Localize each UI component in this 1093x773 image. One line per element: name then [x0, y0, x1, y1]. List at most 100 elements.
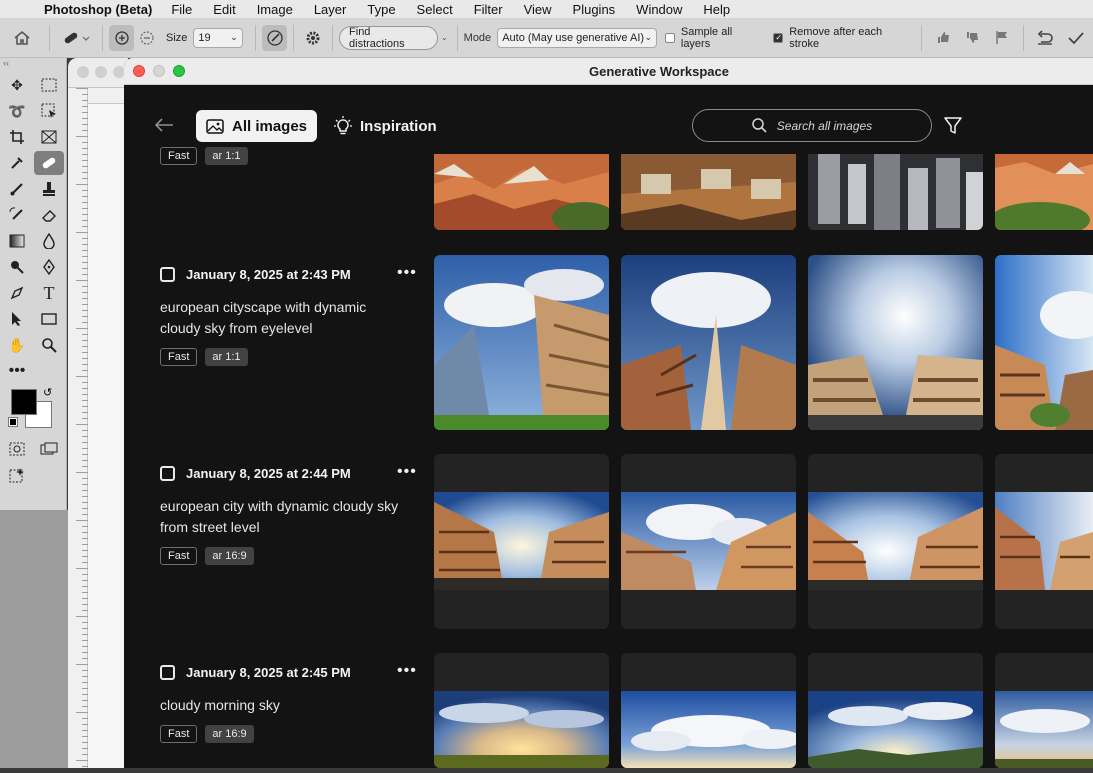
menu-window[interactable]: Window [636, 2, 682, 17]
image-tile[interactable] [621, 154, 796, 230]
image-tile[interactable] [995, 255, 1093, 430]
filter-icon[interactable] [944, 117, 962, 140]
gradient-tool-icon[interactable] [2, 229, 32, 253]
default-colors-icon[interactable] [8, 417, 18, 427]
thumbnail [434, 492, 609, 590]
undo-icon[interactable] [1030, 25, 1060, 51]
chevron-down-icon[interactable]: ⌄ [441, 33, 448, 42]
image-tile[interactable] [434, 154, 609, 230]
thumbs-down-icon[interactable] [958, 25, 988, 51]
commit-check-icon[interactable] [1059, 25, 1093, 51]
pen-tool-2-icon[interactable] [2, 281, 32, 305]
menu-filter[interactable]: Filter [474, 2, 503, 17]
image-tile[interactable] [621, 653, 796, 768]
sample-all-layers-checkbox[interactable]: Sample all layers [665, 26, 763, 50]
select-checkbox[interactable] [160, 465, 175, 481]
object-select-tool-icon[interactable] [34, 99, 64, 123]
type-tool-icon[interactable]: T [34, 281, 64, 305]
swap-colors-icon[interactable]: ↺ [43, 386, 52, 399]
menu-view[interactable]: View [524, 2, 552, 17]
move-tool-icon[interactable]: ✥ [2, 73, 32, 97]
more-options-icon[interactable]: ••• [397, 264, 417, 282]
remove-after-stroke-label: Remove after each stroke [789, 25, 883, 50]
image-tile[interactable] [621, 454, 796, 629]
size-select[interactable]: 19 ⌄ [193, 27, 243, 48]
image-tile[interactable] [621, 255, 796, 430]
close-icon[interactable] [133, 65, 145, 77]
lasso-tool-icon[interactable]: ➰ [2, 99, 32, 123]
menu-select[interactable]: Select [417, 2, 453, 17]
menu-type[interactable]: Type [367, 2, 395, 17]
tag-aspect: ar 16:9 [205, 725, 254, 743]
menu-help[interactable]: Help [703, 2, 730, 17]
zoom-tool-icon[interactable] [34, 333, 64, 357]
menu-layer[interactable]: Layer [314, 2, 347, 17]
rectangle-tool-icon[interactable] [34, 307, 64, 331]
color-swatches[interactable]: ↺ [0, 384, 66, 436]
quick-mask-icon[interactable] [2, 437, 32, 461]
stamp-tool-icon[interactable] [34, 177, 64, 201]
document-window-titlebar [68, 58, 128, 88]
eyedropper-tool-icon[interactable] [2, 151, 32, 175]
flag-icon[interactable] [987, 25, 1017, 51]
image-tile[interactable] [808, 154, 983, 230]
hand-tool-icon[interactable]: ✋ [2, 333, 32, 357]
search-icon [752, 118, 767, 133]
minimize-icon[interactable] [95, 66, 107, 78]
pen-tool-icon[interactable] [34, 255, 64, 279]
image-tile[interactable] [808, 653, 983, 768]
window-titlebar: Generative Workspace [124, 58, 1093, 85]
menu-image[interactable]: Image [257, 2, 293, 17]
more-options-icon[interactable]: ••• [397, 463, 417, 481]
menu-plugins[interactable]: Plugins [573, 2, 616, 17]
find-distractions-button[interactable]: Find distractions [339, 25, 438, 50]
menu-edit[interactable]: Edit [213, 2, 235, 17]
remove-after-stroke-checkbox[interactable]: Remove after each stroke [773, 26, 913, 50]
size-label: Size [166, 31, 188, 44]
dodge-tool-icon[interactable] [2, 255, 32, 279]
marquee-tool-icon[interactable] [34, 73, 64, 97]
search-input[interactable]: Search all images [692, 109, 932, 142]
tab-inspiration[interactable]: Inspiration [324, 110, 447, 142]
back-arrow-icon[interactable] [154, 115, 174, 138]
brush-tool-icon[interactable] [2, 177, 32, 201]
foreground-color-swatch[interactable] [11, 389, 37, 415]
image-tile[interactable] [995, 154, 1093, 230]
generative-fill-icon[interactable] [2, 463, 32, 487]
remove-tool-preset-icon[interactable] [56, 25, 95, 51]
image-tile[interactable] [995, 454, 1093, 629]
menu-app-name[interactable]: Photoshop (Beta) [44, 2, 152, 17]
history-brush-tool-icon[interactable] [2, 203, 32, 227]
remove-tool-icon[interactable] [34, 151, 64, 175]
add-mode-icon[interactable] [108, 24, 135, 51]
zoom-icon[interactable] [173, 65, 185, 77]
home-icon[interactable] [0, 25, 43, 51]
close-icon[interactable] [77, 66, 89, 78]
image-tile[interactable] [434, 454, 609, 629]
mode-select[interactable]: Auto (May use generative AI) ⌄ [497, 27, 657, 48]
panel-grip-icon[interactable]: ‹‹ [0, 58, 66, 72]
frame-tool-icon[interactable] [34, 125, 64, 149]
subtract-mode-icon[interactable] [134, 25, 160, 51]
gear-icon[interactable] [300, 25, 326, 51]
menu-file[interactable]: File [171, 2, 192, 17]
image-tile[interactable] [434, 653, 609, 768]
thumbnail [434, 255, 609, 430]
more-options-icon[interactable]: ••• [397, 662, 417, 680]
image-tile[interactable] [808, 454, 983, 629]
image-tile[interactable] [808, 255, 983, 430]
minimize-icon[interactable] [153, 65, 165, 77]
crop-tool-icon[interactable] [2, 125, 32, 149]
tab-all-images[interactable]: All images [196, 110, 318, 142]
image-tile[interactable] [434, 255, 609, 430]
path-select-tool-icon[interactable] [2, 307, 32, 331]
eraser-tool-icon[interactable] [34, 203, 64, 227]
select-checkbox[interactable] [160, 664, 175, 680]
more-tools-icon[interactable]: ••• [2, 359, 32, 383]
image-tile[interactable] [995, 653, 1093, 768]
pressure-icon[interactable] [261, 24, 288, 51]
thumbs-up-icon[interactable] [928, 25, 958, 51]
blur-tool-icon[interactable] [34, 229, 64, 253]
screen-mode-icon[interactable] [34, 437, 64, 461]
select-checkbox[interactable] [160, 266, 175, 282]
